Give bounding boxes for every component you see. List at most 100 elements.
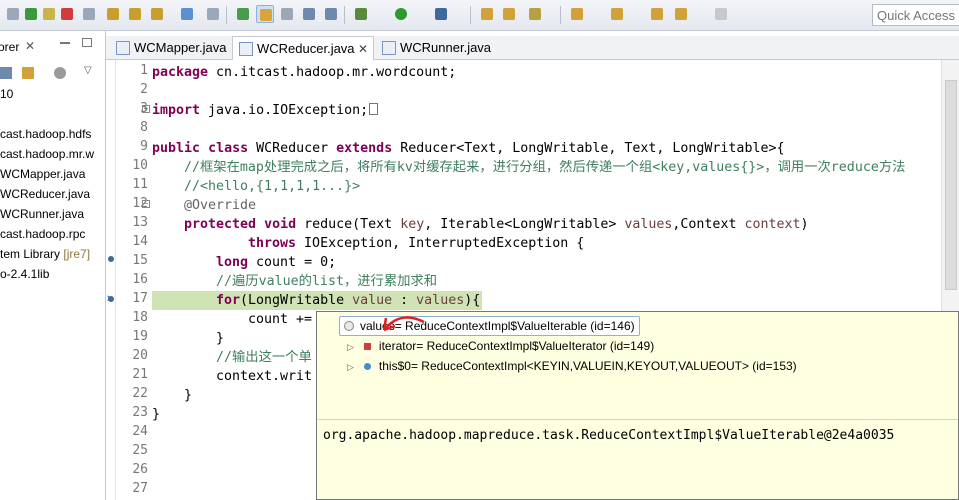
- keyword: for: [216, 293, 241, 308]
- debug-icon[interactable]: [352, 5, 370, 23]
- tab-label: WCMapper.java: [134, 40, 227, 55]
- drop-to-frame-icon[interactable]: [178, 5, 196, 23]
- variable-inspect-popup[interactable]: values= ReduceContextImpl$ValueIterable …: [316, 311, 959, 500]
- code-line: import java.io.IOException;: [152, 101, 379, 120]
- tab-wcreducer[interactable]: WCReducer.java ✕: [232, 36, 374, 61]
- line-number: 8: [140, 120, 148, 135]
- line-number: 16: [132, 272, 148, 287]
- close-icon[interactable]: ✕: [358, 37, 368, 61]
- run-icon[interactable]: [392, 5, 410, 23]
- step-return-icon[interactable]: [148, 5, 166, 23]
- last-edit-location-icon[interactable]: [648, 5, 666, 23]
- next-annotation-icon[interactable]: [568, 5, 586, 23]
- code-text: java.io.IOException;: [200, 103, 369, 118]
- line-number: 22: [132, 386, 148, 401]
- code-text: :: [392, 293, 417, 308]
- tree-item[interactable]: cast.hadoop.mr.w: [0, 145, 94, 163]
- explorer-toolbar: ▽: [0, 63, 105, 83]
- tree-item[interactable]: o-2.4.1lib: [0, 265, 49, 283]
- line-number-gutter: 1 2 3 8 9 10 11 12 13 14 15 16 17 18 19 …: [116, 60, 152, 500]
- line-number: 21: [132, 367, 148, 382]
- code-line: }: [152, 407, 161, 422]
- tree-item-decoration: [jre7]: [63, 247, 91, 261]
- code-line: package cn.itcast.hadoop.mr.wordcount;: [152, 63, 456, 82]
- tab-wcmapper[interactable]: WCMapper.java: [110, 36, 230, 60]
- expand-arrow-icon[interactable]: ▷: [347, 362, 354, 372]
- code-line: context.writ: [216, 369, 313, 384]
- external-tools-icon[interactable]: [432, 5, 450, 23]
- toggle-mark-occurrences-icon[interactable]: [256, 5, 274, 23]
- variable-detail-value: org.apache.hadoop.mapreduce.task.ReduceC…: [323, 428, 895, 443]
- step-over-icon[interactable]: [126, 5, 144, 23]
- code-comment: //框架在map处理完成之后，将所有kv对缓存起来，进行分组，然后传递一个组<k…: [184, 160, 906, 175]
- expand-fold-icon[interactable]: +: [142, 105, 150, 113]
- tree-item-label: cast.hadoop.rpc: [0, 227, 86, 241]
- previous-annotation-icon[interactable]: [608, 5, 626, 23]
- quick-access-input[interactable]: [872, 4, 959, 26]
- focus-icon[interactable]: [54, 67, 66, 79]
- tree-item[interactable]: WCReducer.java: [0, 185, 90, 203]
- variable-tree-child[interactable]: ▷ this$0= ReduceContextImpl<KEYIN,VALUEIN…: [347, 356, 797, 376]
- debug-current-line-icon: ➤: [106, 293, 114, 303]
- line-number: 2: [140, 82, 148, 97]
- suspend-icon[interactable]: [40, 5, 58, 23]
- code-text: ): [800, 217, 809, 232]
- collapse-fold-icon[interactable]: −: [142, 200, 150, 208]
- disconnect-icon[interactable]: [80, 5, 98, 23]
- tree-item[interactable]: WCRunner.java: [0, 205, 84, 223]
- collapse-all-icon[interactable]: [0, 67, 12, 79]
- close-icon[interactable]: ✕: [25, 39, 35, 53]
- code-line: long count = 0;: [216, 253, 336, 272]
- use-step-filters-icon[interactable]: [204, 5, 222, 23]
- line-number: 27: [132, 481, 148, 496]
- code-text: cn.itcast.hadoop.mr.wordcount;: [208, 65, 457, 80]
- open-type-icon[interactable]: [500, 5, 518, 23]
- tree-item[interactable]: WCMapper.java: [0, 165, 85, 183]
- new-java-project-icon[interactable]: [478, 5, 496, 23]
- popup-divider: [317, 419, 958, 420]
- line-number: 26: [132, 462, 148, 477]
- explorer-tab[interactable]: orer ✕: [0, 37, 105, 59]
- code-line: protected void reduce(Text key, Iterable…: [184, 215, 809, 234]
- tree-item[interactable]: cast.hadoop.rpc: [0, 225, 85, 243]
- tree-item-label: cast.hadoop.mr.w: [0, 147, 95, 161]
- tab-wcrunner[interactable]: WCRunner.java: [376, 36, 496, 60]
- step-into-icon[interactable]: [104, 5, 122, 23]
- code-param: context: [744, 217, 801, 232]
- line-number: 11: [132, 177, 148, 192]
- skip-breakpoints-icon[interactable]: [4, 5, 22, 23]
- new-java-package-icon[interactable]: [234, 5, 252, 23]
- folded-marker-icon[interactable]: [369, 103, 379, 115]
- back-icon[interactable]: [672, 5, 690, 23]
- tree-item[interactable]: cast.hadoop.hdfs: [0, 125, 91, 143]
- code-line: public class WCReducer extends Reducer<T…: [152, 139, 784, 158]
- variable-icon: [344, 321, 354, 331]
- resume-icon[interactable]: [22, 5, 40, 23]
- toggle-highlight-icon[interactable]: [278, 5, 296, 23]
- tree-item[interactable]: tem Library [jre7]: [0, 245, 90, 263]
- breakpoint-icon[interactable]: [108, 256, 114, 262]
- line-number: 17: [132, 291, 148, 306]
- link-with-editor-icon[interactable]: [22, 67, 34, 79]
- view-menu-icon[interactable]: ▽: [84, 65, 92, 76]
- line-number: 19: [132, 329, 148, 344]
- variable-label: iterator= ReduceContextImpl$ValueIterato…: [378, 339, 655, 353]
- code-line: }: [184, 388, 193, 403]
- code-text: , Iterable<LongWritable>: [424, 217, 625, 232]
- code-line: throws IOException, InterruptedException…: [248, 234, 584, 253]
- tree-item[interactable]: 10: [0, 85, 13, 103]
- block-selection-icon[interactable]: [300, 5, 318, 23]
- scrollbar-thumb[interactable]: [945, 80, 957, 290]
- variable-tree-child[interactable]: ▷ iterator= ReduceContextImpl$ValueIterat…: [347, 336, 654, 356]
- line-number: 25: [132, 443, 148, 458]
- terminate-icon[interactable]: [58, 5, 76, 23]
- explorer-tab-label: orer: [0, 40, 20, 54]
- expand-arrow-icon[interactable]: ▷: [347, 342, 354, 352]
- code-param: values: [624, 217, 673, 232]
- maximize-icon[interactable]: [82, 38, 92, 47]
- search-icon[interactable]: [526, 5, 544, 23]
- minimize-icon[interactable]: [60, 42, 70, 44]
- line-number: 9: [140, 139, 148, 154]
- show-whitespace-icon[interactable]: [322, 5, 340, 23]
- forward-icon[interactable]: [712, 5, 730, 23]
